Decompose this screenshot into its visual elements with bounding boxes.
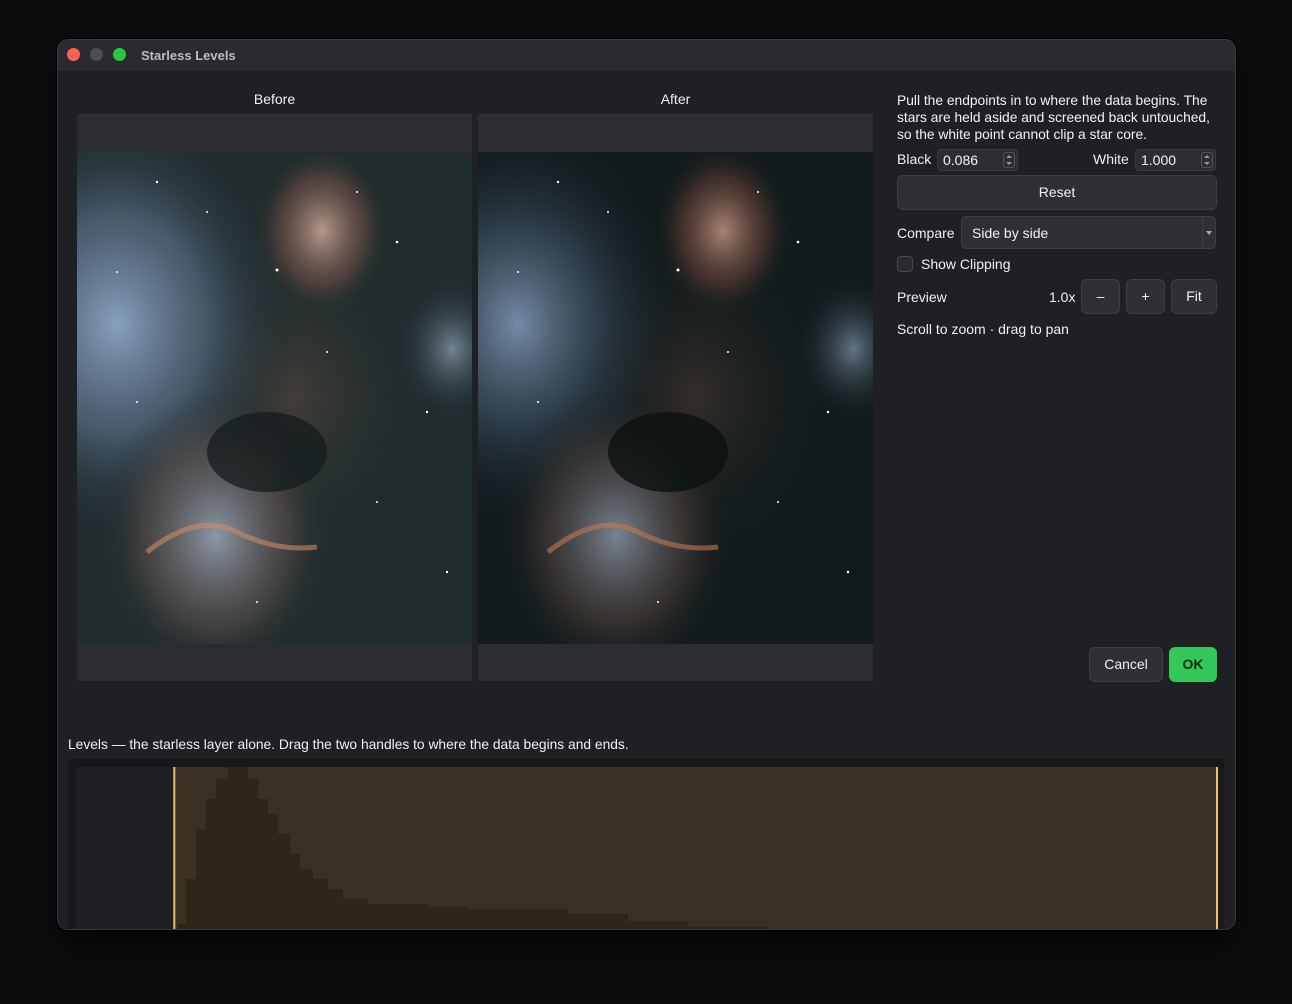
black-label: Black <box>897 151 932 167</box>
histogram-chart[interactable] <box>68 759 1224 930</box>
dialog-window: Starless Levels Before After Pull the en… <box>57 39 1236 930</box>
preview-label: Preview <box>897 289 947 305</box>
white-label: White <box>1093 151 1129 167</box>
maximize-window-button[interactable] <box>113 48 126 61</box>
levels-histogram[interactable] <box>68 759 1224 930</box>
show-clipping-checkbox[interactable] <box>897 256 913 272</box>
close-window-button[interactable] <box>67 48 80 61</box>
after-label: After <box>660 91 691 107</box>
zoom-in-button[interactable]: + <box>1126 279 1165 314</box>
dialog-content: Before After Pull the endpoints in to wh… <box>58 71 1235 929</box>
black-point-value: 0.086 <box>943 152 979 168</box>
fit-button[interactable]: Fit <box>1171 279 1217 314</box>
after-nebula-image <box>478 152 873 644</box>
white-point-value: 1.000 <box>1141 152 1177 168</box>
white-stepper-icon[interactable] <box>1201 152 1213 168</box>
reset-button[interactable]: Reset <box>897 175 1217 210</box>
before-nebula-image <box>77 152 472 644</box>
chevron-down-icon <box>1202 217 1215 248</box>
black-stepper-icon[interactable] <box>1003 152 1015 168</box>
zoom-out-button[interactable]: – <box>1081 279 1120 314</box>
title-bar: Starless Levels <box>58 40 1235 71</box>
compare-select[interactable]: Side by side <box>961 216 1216 249</box>
black-point-spinbox[interactable]: 0.086 <box>937 149 1018 171</box>
compare-select-value: Side by side <box>972 225 1049 241</box>
before-label: Before <box>253 91 296 107</box>
zoom-level: 1.0x <box>1049 289 1076 305</box>
white-point-spinbox[interactable]: 1.000 <box>1135 149 1216 171</box>
levels-label: Levels — the starless layer alone. Drag … <box>68 737 629 752</box>
window-title: Starless Levels <box>141 48 236 63</box>
before-preview[interactable] <box>77 114 472 681</box>
zoom-hint: Scroll to zoom · drag to pan <box>897 321 1069 337</box>
minimize-window-button[interactable] <box>90 48 103 61</box>
show-clipping-label[interactable]: Show Clipping <box>921 256 1011 272</box>
ok-button[interactable]: OK <box>1169 647 1217 682</box>
instructions-text: Pull the endpoints in to where the data … <box>897 93 1210 142</box>
cancel-button[interactable]: Cancel <box>1089 647 1163 682</box>
compare-label: Compare <box>897 225 955 241</box>
after-preview[interactable] <box>478 114 873 681</box>
